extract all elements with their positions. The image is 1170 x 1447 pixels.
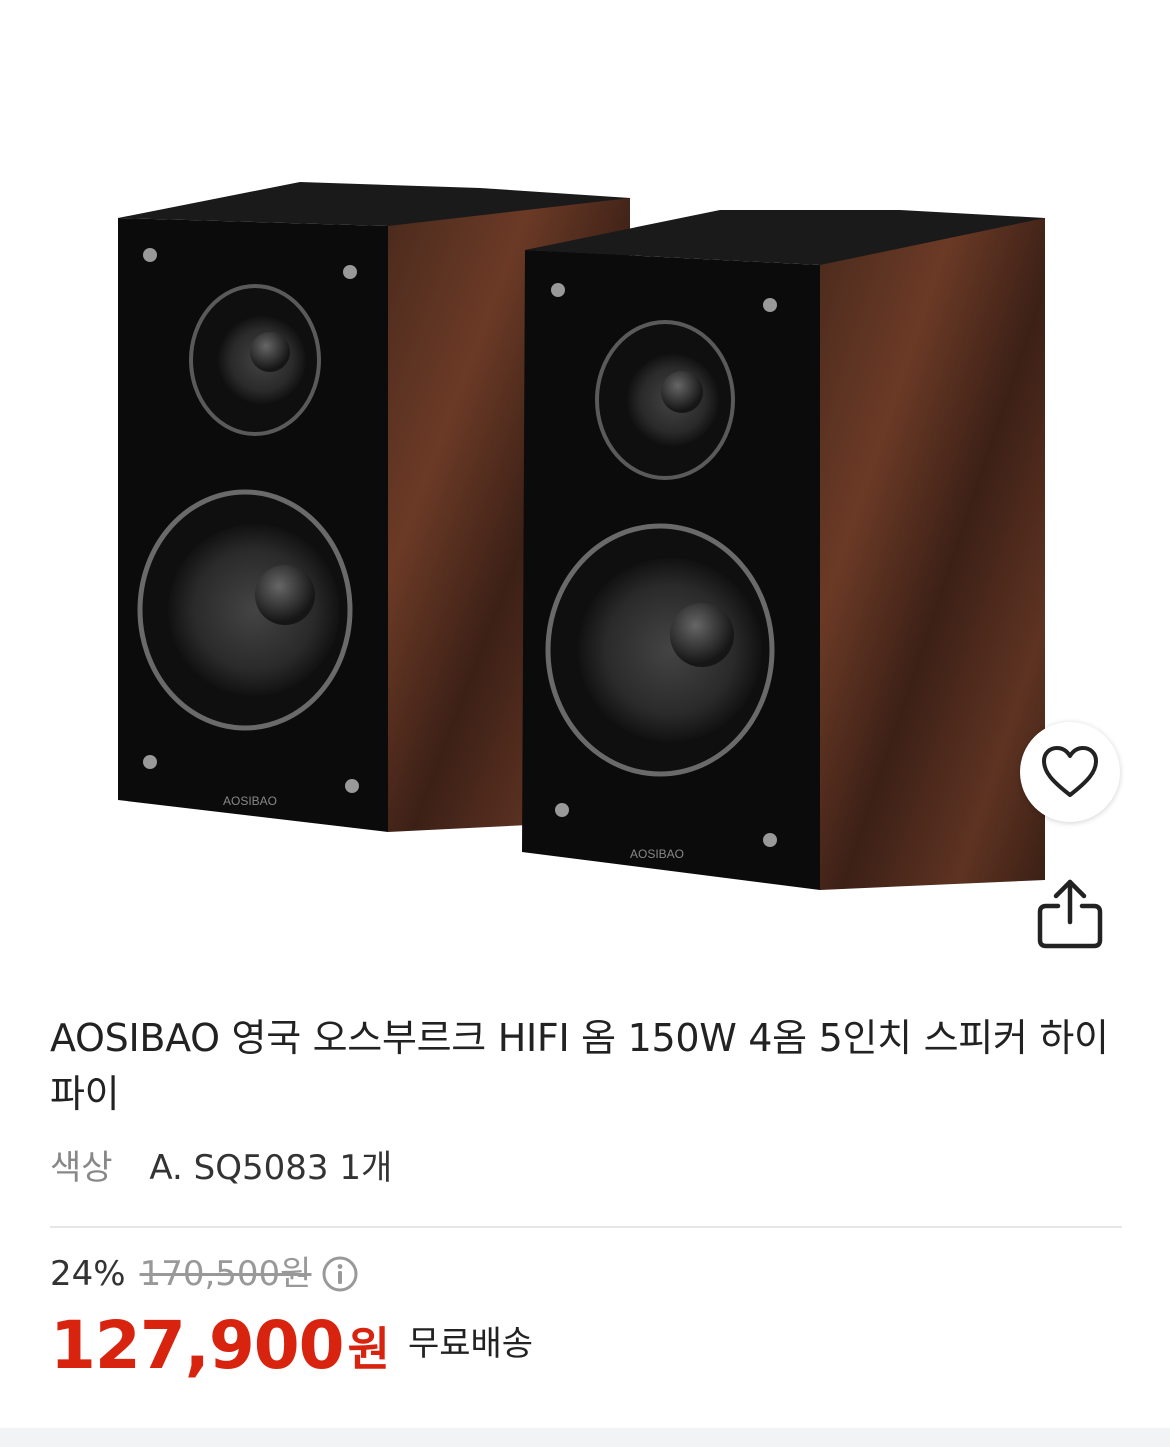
bottom-strip	[0, 1428, 1170, 1447]
info-icon[interactable]	[321, 1255, 359, 1293]
heart-icon	[1042, 746, 1098, 797]
svg-text:AOSIBAO: AOSIBAO	[630, 847, 684, 861]
product-title: AOSIBAO 영국 오스부르크 HIFI 옴 150W 4옴 5인치 스피커 …	[50, 1016, 1109, 1116]
discount-row: 24% 170,500원	[50, 1252, 1122, 1296]
share-icon[interactable]	[1032, 876, 1108, 952]
option-label: 색상	[50, 1148, 113, 1188]
product-image: AOSIBAO AOSIBAO	[118, 182, 1045, 890]
option-row[interactable]: 색상 A. SQ5083 1개	[50, 1144, 1122, 1192]
price-row: 127,900 원 무료배송	[50, 1308, 1122, 1384]
product-image-area[interactable]: AOSIBAO AOSIBAO	[0, 0, 1170, 990]
shipping-info: 무료배송	[407, 1324, 534, 1364]
sale-price: 127,900	[50, 1307, 345, 1384]
product-info: AOSIBAO 영국 오스부르크 HIFI 옴 150W 4옴 5인치 스피커 …	[50, 1010, 1122, 1192]
price-section: 24% 170,500원 127,900 원 무료배송	[50, 1252, 1122, 1384]
svg-text:AOSIBAO: AOSIBAO	[223, 794, 277, 808]
option-value: A. SQ5083 1개	[149, 1148, 393, 1188]
discount-rate: 24%	[50, 1254, 126, 1294]
wishlist-button[interactable]	[1020, 722, 1120, 822]
original-price: 170,500원	[139, 1254, 312, 1294]
currency-unit: 원	[347, 1322, 390, 1376]
divider	[50, 1226, 1122, 1228]
